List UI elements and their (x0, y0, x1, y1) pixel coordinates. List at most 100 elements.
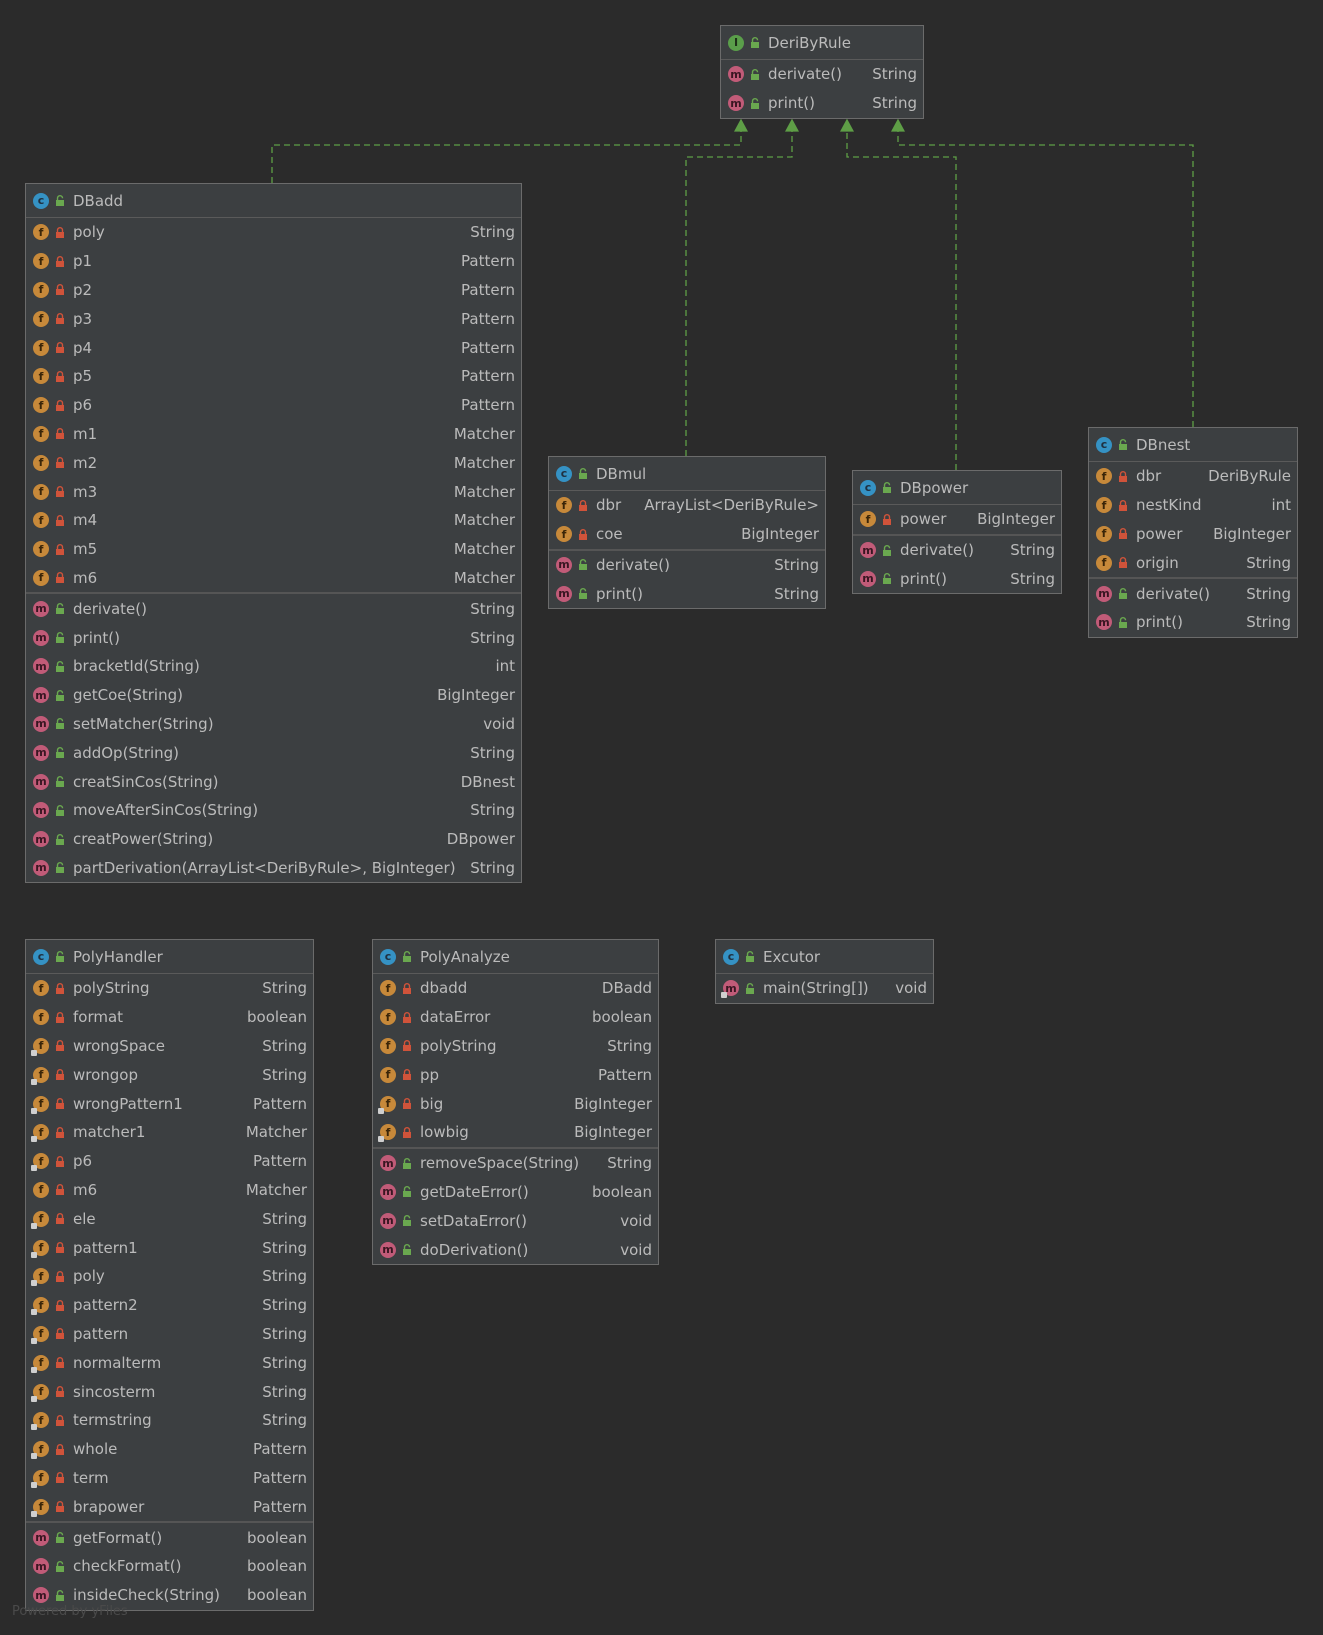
class-node-deribyrule[interactable]: I DeriByRule m derivate() String m print() Stri… (720, 25, 924, 119)
final-field-icon: f (31, 1037, 49, 1056)
field-row[interactable]: f dbadd DBadd (373, 974, 658, 1003)
field-row[interactable]: f m6 Matcher (26, 1176, 313, 1205)
field-row[interactable]: f whole Pattern (26, 1435, 313, 1464)
field-row[interactable]: f polyString String (373, 1032, 658, 1061)
method-row[interactable]: m derivate() String (721, 60, 923, 89)
method-row[interactable]: m addOp(String) String (26, 738, 521, 767)
method-row[interactable]: m moveAfterSinCos(String) String (26, 796, 521, 825)
field-row[interactable]: f coe BigInteger (549, 520, 825, 549)
class-header[interactable]: c DBadd (26, 184, 521, 218)
field-row[interactable]: f p4 Pattern (26, 333, 521, 362)
class-header[interactable]: c DBnest (1089, 428, 1297, 462)
public-unlock-icon (578, 468, 588, 479)
field-row[interactable]: f wrongPattern1 Pattern (26, 1089, 313, 1118)
field-row[interactable]: f power BigInteger (853, 505, 1061, 534)
field-row[interactable]: f p5 Pattern (26, 362, 521, 391)
method-row[interactable]: m print() String (853, 565, 1061, 594)
member-name: derivate() (596, 555, 670, 574)
method-row[interactable]: m partDerivation(ArrayList<DeriByRule>, B… (26, 854, 521, 883)
method-row[interactable]: m setMatcher(String) void (26, 710, 521, 739)
class-node-dbpower[interactable]: c DBpower f power BigInteger m derivate() Strin… (852, 470, 1062, 595)
unlock-glyph (883, 544, 891, 556)
class-node-polyhandler[interactable]: c PolyHandler f polyString String f format bool… (25, 939, 314, 1611)
method-row[interactable]: m derivate() String (549, 551, 825, 580)
class-header[interactable]: I DeriByRule (721, 26, 923, 60)
method-row[interactable]: m derivate() String (853, 536, 1061, 565)
method-row[interactable]: m checkFormat() boolean (26, 1552, 313, 1581)
field-row[interactable]: f term Pattern (26, 1464, 313, 1493)
field-row[interactable]: f lowbig BigInteger (373, 1118, 658, 1147)
field-row[interactable]: f p3 Pattern (26, 304, 521, 333)
field-row[interactable]: f p6 Pattern (26, 1147, 313, 1176)
class-header[interactable]: c PolyHandler (26, 940, 313, 974)
field-row[interactable]: f polyString String (26, 974, 313, 1003)
unlock-glyph (56, 632, 64, 644)
class-node-dbmul[interactable]: c DBmul f dbr ArrayList<DeriByRule> f coe BigIn… (548, 456, 826, 610)
field-row[interactable]: f p6 Pattern (26, 391, 521, 420)
field-row[interactable]: f origin String (1089, 548, 1297, 577)
lock-glyph (56, 1126, 64, 1138)
class-node-dbadd[interactable]: c DBadd f poly String f p1 Pattern f p2 Pattern f p3… (25, 183, 522, 884)
method-row[interactable]: m print() String (721, 89, 923, 118)
field-row[interactable]: f dbr ArrayList<DeriByRule> (549, 491, 825, 520)
field-row[interactable]: f pattern1 String (26, 1233, 313, 1262)
field-row[interactable]: f m5 Matcher (26, 535, 521, 564)
field-row[interactable]: f pattern2 String (26, 1291, 313, 1320)
field-row[interactable]: f m4 Matcher (26, 506, 521, 535)
method-row[interactable]: m creatSinCos(String) DBnest (26, 767, 521, 796)
class-node-excutor[interactable]: c Excutor m main(String[]) void (715, 939, 934, 1004)
method-icon: m (380, 1212, 396, 1229)
field-row[interactable]: f wrongop String (26, 1060, 313, 1089)
field-row[interactable]: f brapower Pattern (26, 1492, 313, 1521)
field-row[interactable]: f pp Pattern (373, 1060, 658, 1089)
field-row[interactable]: f termstring String (26, 1406, 313, 1435)
field-row[interactable]: f big BigInteger (373, 1089, 658, 1118)
field-row[interactable]: f poly String (26, 1262, 313, 1291)
field-row[interactable]: f m1 Matcher (26, 420, 521, 449)
field-row[interactable]: f m2 Matcher (26, 448, 521, 477)
method-row[interactable]: m getFormat() boolean (26, 1523, 313, 1552)
class-header[interactable]: c PolyAnalyze (373, 940, 658, 974)
lock-glyph (56, 313, 64, 325)
field-row[interactable]: f p2 Pattern (26, 276, 521, 305)
field-row[interactable]: f matcher1 Matcher (26, 1118, 313, 1147)
class-header[interactable]: c DBmul (549, 457, 825, 491)
field-row[interactable]: f power BigInteger (1089, 520, 1297, 549)
class-header[interactable]: c DBpower (853, 471, 1061, 505)
method-row[interactable]: m print() String (1089, 608, 1297, 637)
method-row[interactable]: m setDataError() void (373, 1206, 658, 1235)
class-header[interactable]: c Excutor (716, 940, 933, 974)
class-node-polyanalyze[interactable]: c PolyAnalyze f dbadd DBadd f dataError boolean… (372, 939, 659, 1265)
field-row[interactable]: f dbr DeriByRule (1089, 462, 1297, 491)
method-row[interactable]: m doDerivation() void (373, 1235, 658, 1264)
field-row[interactable]: f pattern String (26, 1320, 313, 1349)
field-row[interactable]: f dataError boolean (373, 1003, 658, 1032)
method-row[interactable]: m bracketId(String) int (26, 652, 521, 681)
method-row[interactable]: m main(String[]) void (716, 974, 933, 1003)
field-row[interactable]: f p1 Pattern (26, 247, 521, 276)
method-row[interactable]: m derivate() String (1089, 579, 1297, 608)
field-row[interactable]: f nestKind int (1089, 491, 1297, 520)
field-icon: f (33, 425, 49, 442)
method-row[interactable]: m print() String (549, 579, 825, 608)
method-row[interactable]: m removeSpace(String) String (373, 1149, 658, 1178)
class-node-dbnest[interactable]: c DBnest f dbr DeriByRule f nestKind int f power B… (1088, 427, 1298, 638)
field-row[interactable]: f m3 Matcher (26, 477, 521, 506)
method-row[interactable]: m getDateError() boolean (373, 1178, 658, 1207)
member-type: String (262, 1209, 307, 1228)
field-row[interactable]: f normalterm String (26, 1348, 313, 1377)
field-row[interactable]: f m6 Matcher (26, 564, 521, 593)
method-row[interactable]: m getCoe(String) BigInteger (26, 681, 521, 710)
field-row[interactable]: f sincosterm String (26, 1377, 313, 1406)
field-row[interactable]: f poly String (26, 218, 521, 247)
method-row[interactable]: m derivate() String (26, 594, 521, 623)
member-type: BigInteger (977, 510, 1055, 529)
method-row[interactable]: m print() String (26, 623, 521, 652)
field-icon: f (33, 569, 49, 586)
unlock-glyph (751, 37, 759, 48)
field-row[interactable]: f wrongSpace String (26, 1032, 313, 1061)
field-row[interactable]: f ele String (26, 1204, 313, 1233)
member-name: ele (73, 1209, 96, 1228)
field-row[interactable]: f format boolean (26, 1003, 313, 1032)
method-row[interactable]: m creatPower(String) DBpower (26, 825, 521, 854)
